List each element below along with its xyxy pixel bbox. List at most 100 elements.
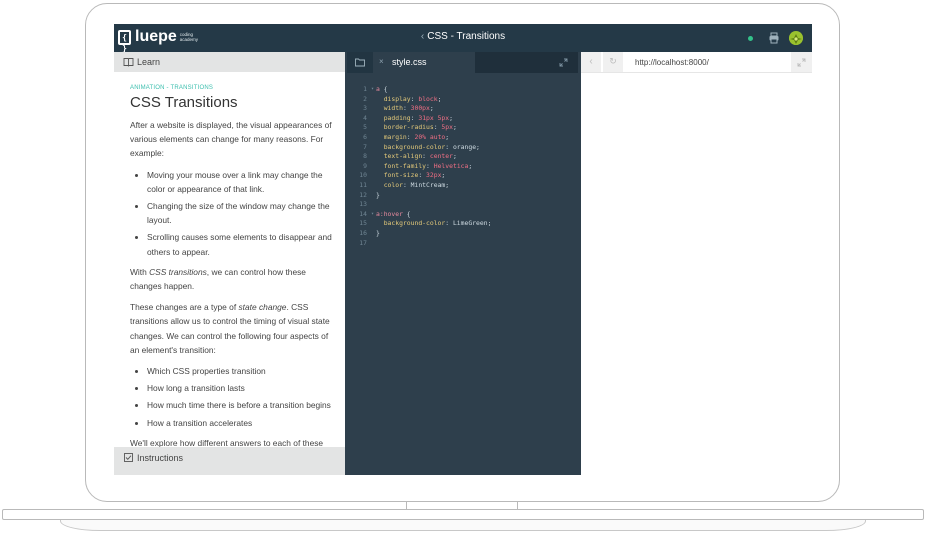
checkbox-icon — [124, 453, 133, 462]
fold-arrow-icon[interactable]: ▾ — [371, 85, 374, 95]
code-line: 9 font-family: Helvetica; — [347, 162, 578, 172]
printer-icon[interactable] — [768, 32, 780, 44]
code-text: margin: 20% auto; — [376, 133, 449, 143]
list-item: Scrolling causes some elements to disapp… — [147, 230, 333, 258]
avatar-pattern-icon — [789, 32, 803, 45]
close-icon[interactable]: × — [379, 57, 384, 66]
lesson-heading: CSS Transitions — [130, 94, 238, 111]
code-token: : MintCream; — [402, 180, 450, 189]
text-run: These changes are a type of — [130, 302, 239, 313]
code-token: ; — [445, 132, 450, 141]
code-area[interactable]: 1 ▾ a {2 display: block; 3 width: 300px; 4 p… — [347, 85, 578, 248]
code-token: background-color — [376, 142, 446, 151]
code-token: border-radius — [376, 123, 434, 132]
code-line: 13 — [347, 200, 578, 210]
code-text: font-size: 32px; — [376, 171, 446, 181]
page-title-text: CSS - Transitions — [427, 31, 506, 42]
code-token: font-size — [376, 171, 419, 180]
code-token: Helvetica — [433, 161, 469, 170]
fold-arrow-icon[interactable]: ▾ — [371, 210, 374, 220]
code-token: ; — [441, 171, 446, 180]
code-text: } — [376, 191, 380, 201]
preview-viewport[interactable] — [581, 73, 812, 475]
line-number: 17 — [359, 238, 367, 247]
code-text: background-color: orange; — [376, 143, 480, 153]
code-token: ; — [452, 123, 457, 132]
code-editor: × style.css 1 ▾ a {2 display: block; 3 widt… — [347, 52, 578, 475]
book-icon — [123, 58, 134, 67]
instructions-header[interactable]: Instructions — [114, 447, 345, 475]
code-token: 32px — [426, 171, 442, 180]
code-token: margin — [376, 132, 407, 141]
lesson-list-1: Moving your mouse over a link may change… — [130, 168, 333, 259]
expand-icon[interactable] — [559, 58, 568, 67]
code-token: : orange; — [445, 142, 480, 151]
laptop-base — [2, 509, 924, 520]
learn-header[interactable]: Learn — [114, 52, 345, 72]
code-line: 17 — [347, 239, 578, 249]
code-token: ; — [452, 152, 457, 161]
code-line: 6 margin: 20% auto; — [347, 133, 578, 143]
code-token: : — [418, 171, 427, 180]
code-token: display — [376, 94, 411, 103]
list-item: How long a transition lasts — [147, 381, 333, 395]
emphasis: state change — [238, 302, 287, 313]
code-token: : LimeGreen; — [445, 219, 492, 228]
line-number: 6 — [363, 132, 367, 141]
code-token: center — [429, 152, 453, 161]
reload-button[interactable]: ↻ — [603, 52, 623, 72]
lesson-paragraph-4: We'll explore how different answers to e… — [130, 437, 324, 447]
page-title[interactable]: ‹ CSS - Transitions — [114, 31, 812, 42]
code-text: a:hover { — [376, 210, 411, 220]
code-text: color: MintCream; — [376, 181, 449, 191]
browser-toolbar: ‹ ↻ http://localhost:8000/ — [581, 52, 812, 73]
line-number: 8 — [363, 152, 367, 161]
lesson-paragraph-3: These changes are a type of state change… — [130, 300, 333, 357]
code-token: ; — [468, 161, 473, 170]
lesson-kicker: ANIMATION - TRANSITIONS — [130, 85, 214, 91]
line-number: 14 — [359, 209, 367, 218]
connection-status-icon — [748, 36, 753, 41]
editor-tab-bar: × style.css — [347, 52, 578, 73]
browser-preview: ‹ ↻ http://localhost:8000/ — [581, 52, 812, 475]
lesson-list-2: Which CSS properties transition How long… — [130, 364, 333, 430]
line-number: 7 — [363, 142, 367, 151]
list-item: Moving your mouse over a link may change… — [147, 168, 333, 196]
learn-label: Learn — [137, 57, 161, 67]
lesson-content: ANIMATION - TRANSITIONS CSS Transitions … — [130, 80, 333, 447]
tab-style-css[interactable]: × style.css — [373, 52, 475, 73]
line-number: 10 — [359, 171, 367, 180]
code-token: ; — [429, 104, 434, 113]
code-line: 1 ▾ a { — [347, 85, 578, 95]
instructions-label: Instructions — [137, 453, 184, 463]
laptop-hinge — [406, 502, 518, 509]
code-token: 31px 5px — [418, 113, 450, 122]
avatar[interactable] — [789, 31, 803, 45]
url-field[interactable]: http://localhost:8000/ — [635, 58, 709, 67]
learn-panel: Learn ANIMATION - TRANSITIONS CSS Transi… — [114, 52, 345, 475]
code-line: 12} — [347, 191, 578, 201]
code-token: background-color — [376, 219, 446, 228]
line-number: 1 — [363, 85, 367, 93]
line-number: 12 — [359, 190, 367, 199]
line-number: 16 — [359, 228, 367, 237]
code-line: 14 ▾ a:hover { — [347, 210, 578, 220]
back-button[interactable]: ‹ — [581, 52, 601, 72]
code-token: 5px — [441, 123, 453, 132]
list-item: Changing the size of the window may chan… — [147, 199, 333, 227]
folder-icon — [355, 58, 365, 67]
code-token: font-family — [376, 161, 427, 170]
line-number: 3 — [363, 104, 367, 113]
code-token: padding — [376, 113, 411, 122]
expand-browser-button[interactable] — [791, 52, 812, 72]
code-token: 20% auto — [414, 132, 446, 141]
top-bar: { } luepe coding academy ‹ CSS - Transiti… — [114, 24, 812, 53]
list-item: How a transition accelerates — [147, 416, 333, 430]
list-item: How much time there is before a transiti… — [147, 398, 333, 412]
code-token: { — [402, 209, 411, 218]
code-line: 16} — [347, 229, 578, 239]
file-browser-button[interactable] — [347, 52, 373, 73]
code-text: text-align: center; — [376, 152, 457, 162]
expand-icon — [797, 58, 806, 67]
text-run: With — [130, 266, 150, 277]
